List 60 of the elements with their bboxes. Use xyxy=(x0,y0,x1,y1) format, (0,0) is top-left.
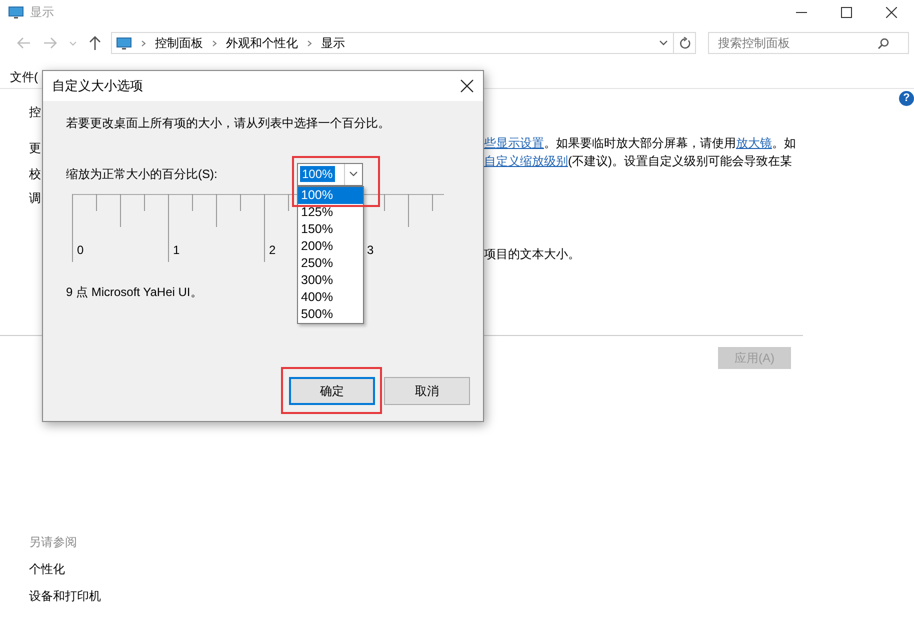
dropdown-option[interactable]: 300% xyxy=(298,272,363,289)
chevron-down-icon xyxy=(658,40,668,46)
dropdown-option[interactable]: 400% xyxy=(298,289,363,306)
chevron-right-icon xyxy=(141,40,146,46)
close-button[interactable] xyxy=(459,78,475,94)
instruction-text: 若要更改桌面上所有项的大小，请从列表中选择一个百分比。 xyxy=(66,115,391,132)
link[interactable]: 放大镜 xyxy=(736,136,772,150)
chevron-down-icon xyxy=(349,171,358,177)
dropdown-option[interactable]: 150% xyxy=(298,221,363,238)
link[interactable]: 些显示设置 xyxy=(484,136,544,150)
font-sample-text: 9 点 Microsoft YaHei UI。 xyxy=(66,284,202,301)
text-fragment: 调 xyxy=(29,190,41,206)
chevron-right-icon xyxy=(307,40,312,46)
window-title: 显示 xyxy=(30,4,54,20)
description-text: 些显示设置。如果要临时放大部分屏幕，请使用放大镜。如 xyxy=(484,135,797,152)
ruler-label: 0 xyxy=(77,243,84,257)
section-heading: 另请参阅 xyxy=(29,534,78,551)
search-icon xyxy=(878,38,889,48)
percentage-combo-box[interactable]: 100% xyxy=(297,162,363,186)
cancel-button[interactable]: 取消 xyxy=(384,377,470,405)
close-icon xyxy=(886,6,897,18)
link[interactable]: 设备和打印机 xyxy=(29,588,101,605)
back-arrow-icon xyxy=(17,37,31,49)
breadcrumb[interactable]: 外观和个性化 xyxy=(226,34,298,52)
dropdown-option[interactable]: 250% xyxy=(298,255,363,272)
search-field[interactable]: 搜索控制面板 xyxy=(718,36,878,50)
combo-value: 100% xyxy=(300,166,335,182)
dropdown-menu[interactable]: 100% 125% 150% 200% 250% 300% 400% 500% xyxy=(297,186,364,324)
link[interactable]: 个性化 xyxy=(29,561,65,578)
text-fragment: 校 xyxy=(29,166,41,182)
dropdown-option[interactable]: 200% xyxy=(298,238,363,255)
forward-arrow-icon xyxy=(43,37,57,49)
text-fragment: 控 xyxy=(29,104,41,120)
dropdown-option[interactable]: 500% xyxy=(298,306,363,323)
chevron-down-icon xyxy=(69,40,77,46)
dropdown-option[interactable]: 125% xyxy=(298,204,363,221)
address-bar[interactable]: 控制面板 外观和个性化 显示 xyxy=(111,32,696,54)
menu-item[interactable]: 文件( xyxy=(10,68,38,86)
ok-button[interactable]: 确定 xyxy=(289,377,375,405)
refresh-icon xyxy=(678,36,690,50)
close-icon xyxy=(459,78,475,94)
scale-label: 缩放为正常大小的百分比(S): xyxy=(66,166,218,182)
link[interactable]: 自定义缩放级别 xyxy=(484,154,568,168)
text-fragment: 更 xyxy=(29,140,41,156)
up-arrow-icon xyxy=(89,36,101,50)
dialog-title: 自定义大小选项 xyxy=(52,77,143,95)
maximize-icon xyxy=(841,6,852,18)
breadcrumb[interactable]: 控制面板 xyxy=(155,34,203,52)
monitor-icon xyxy=(116,36,132,50)
ruler-label: 3 xyxy=(367,243,374,257)
dropdown-option[interactable]: 100% xyxy=(298,187,363,204)
search-box[interactable]: 搜索控制面板 xyxy=(708,32,909,54)
ruler-label: 2 xyxy=(269,243,276,257)
breadcrumb[interactable]: 显示 xyxy=(321,34,345,52)
monitor-icon xyxy=(8,5,24,19)
description-text: 项目的文本大小。 xyxy=(484,246,581,263)
ruler-label: 1 xyxy=(173,243,180,257)
help-button[interactable]: ? xyxy=(899,91,914,106)
chevron-right-icon xyxy=(212,40,217,46)
description-text: 自定义缩放级别(不建议)。设置自定义级别可能会导致在某 xyxy=(484,153,793,170)
